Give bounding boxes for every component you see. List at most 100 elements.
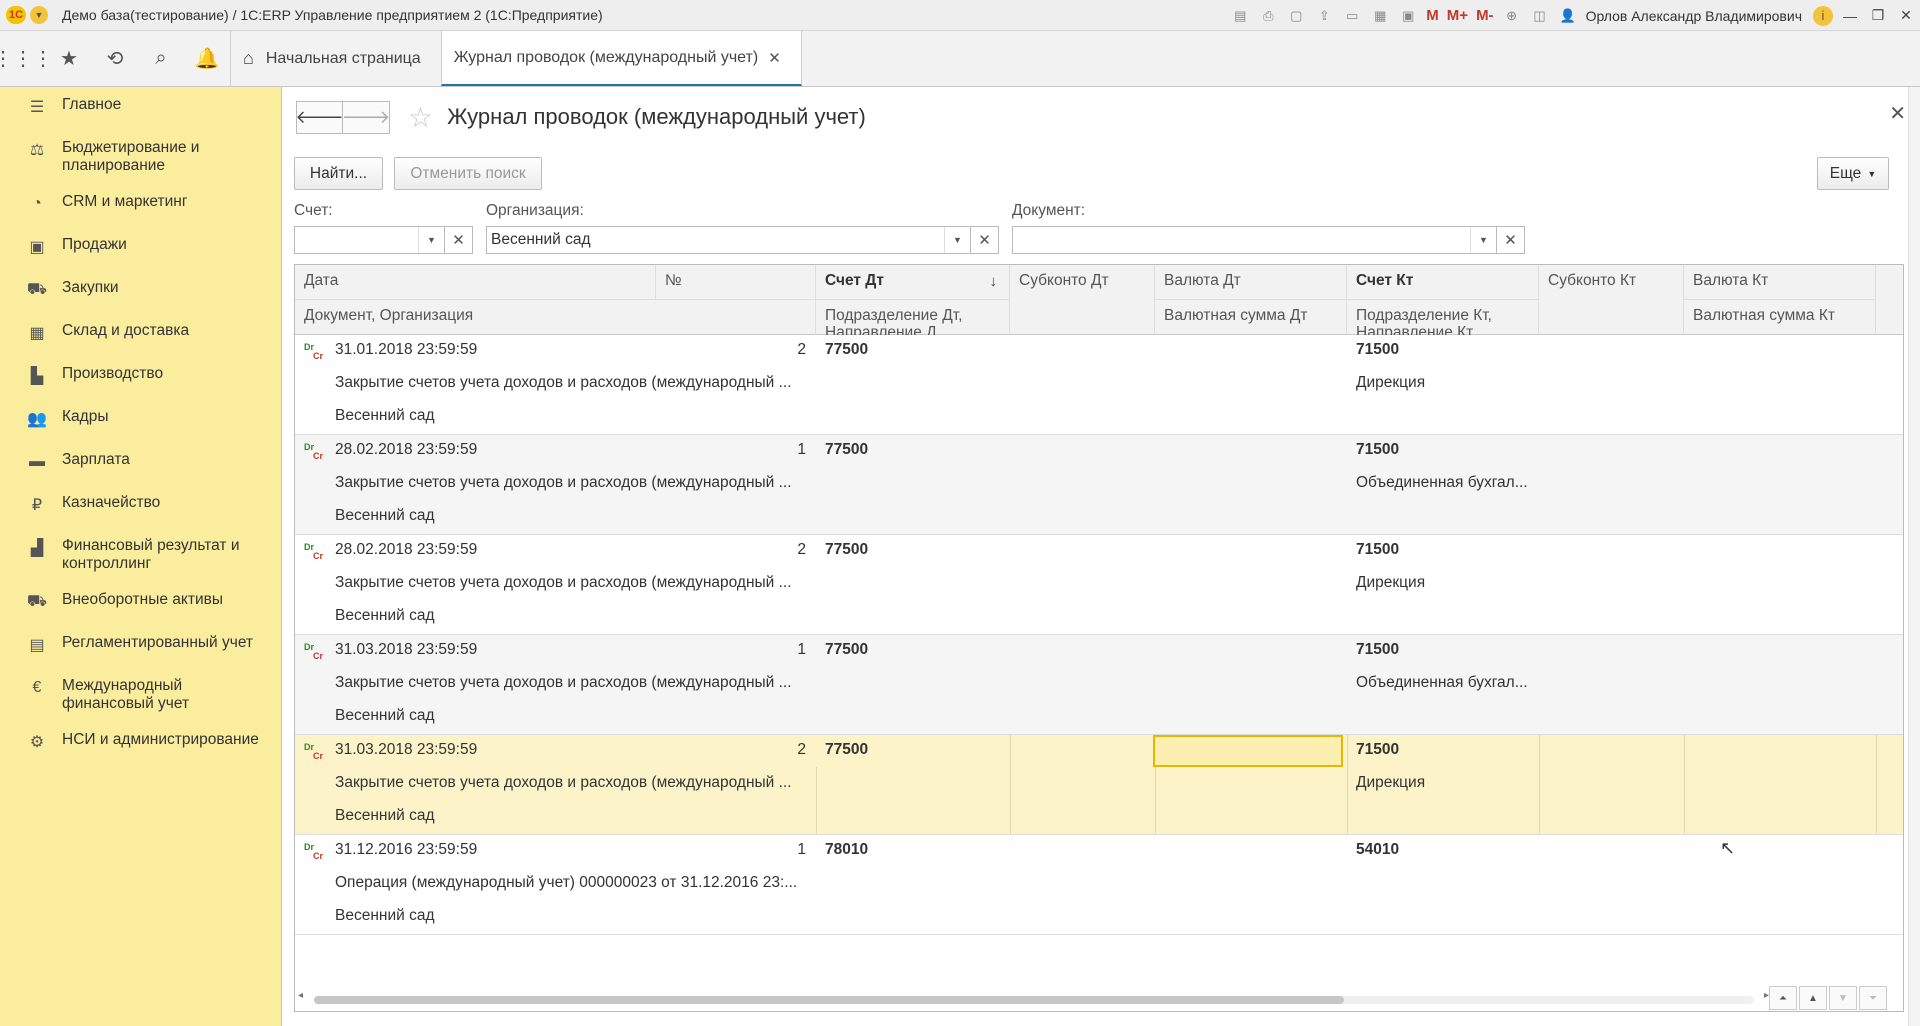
tab-home[interactable]: ⌂ Начальная страница bbox=[230, 31, 441, 86]
sidebar-item-international[interactable]: € Международный финансовый учет bbox=[0, 668, 281, 722]
selected-cell[interactable] bbox=[1153, 735, 1343, 767]
document-clear-icon[interactable]: ✕ bbox=[1496, 227, 1524, 253]
scroll-last-icon[interactable]: ⏷ bbox=[1859, 986, 1887, 1010]
memory-m-button[interactable]: M bbox=[1426, 7, 1439, 24]
panel-icon[interactable]: ◫ bbox=[1529, 6, 1551, 26]
sidebar-item-label: Внеоборотные активы bbox=[62, 591, 223, 608]
col-currency-amount-dt[interactable]: Валютная сумма Дт bbox=[1155, 300, 1347, 335]
scroll-up-icon[interactable]: ▲ bbox=[1799, 986, 1827, 1010]
sidebar-item-sales[interactable]: ▣ Продажи bbox=[0, 227, 281, 270]
scanner-icon[interactable]: ▭ bbox=[1341, 6, 1363, 26]
close-window-button[interactable]: ✕ bbox=[1892, 4, 1920, 28]
scroll-left-icon[interactable]: ◂ bbox=[298, 990, 303, 1001]
bell-icon[interactable]: 🔔 bbox=[184, 31, 230, 86]
sidebar-item-hr[interactable]: 👥 Кадры bbox=[0, 399, 281, 442]
app-logo[interactable]: 1С bbox=[6, 6, 26, 24]
title-bar: 1С ▼ Демо база(тестирование) / 1С:ERP Уп… bbox=[0, 0, 1920, 31]
account-clear-icon[interactable]: ✕ bbox=[444, 227, 472, 253]
sidebar-item-budget[interactable]: ⚖ Бюджетирование и планирование bbox=[0, 130, 281, 184]
memory-minus-button[interactable]: M- bbox=[1476, 7, 1494, 24]
sidebar: ☰ Главное ⚖ Бюджетирование и планирование … bbox=[0, 87, 282, 1026]
favorite-star-icon[interactable]: ☆ bbox=[408, 101, 433, 134]
sidebar-item-regulated[interactable]: ▤ Регламентированный учет bbox=[0, 625, 281, 668]
account-dropdown-icon[interactable]: ▼ bbox=[418, 227, 444, 253]
col-account-dt[interactable]: Счет Дт ↓ bbox=[816, 265, 1010, 300]
apps-grid-icon[interactable]: ⋮⋮⋮ bbox=[0, 31, 53, 86]
sidebar-item-main[interactable]: ☰ Главное bbox=[0, 87, 281, 130]
horizontal-scrollbar[interactable]: ◂ ▸ bbox=[294, 987, 1784, 1011]
col-currency-dt[interactable]: Валюта Дт bbox=[1155, 265, 1347, 300]
sidebar-item-production[interactable]: ▙ Производство bbox=[0, 356, 281, 399]
organization-dropdown-icon[interactable]: ▼ bbox=[944, 227, 970, 253]
main-menu-icon[interactable]: ▼ bbox=[30, 6, 48, 24]
table-row[interactable]: Dr Cr 31.03.2018 23:59:59 1 Закрытие счет… bbox=[295, 635, 1903, 735]
preview-icon[interactable]: ▢ bbox=[1285, 6, 1307, 26]
entries-table[interactable]: Дата № Документ, Организация Счет Дт ↓ По… bbox=[294, 264, 1904, 1012]
col-date[interactable]: Дата bbox=[295, 265, 656, 300]
tab-journal[interactable]: Журнал проводок (международный учет) ✕ bbox=[440, 31, 802, 86]
sidebar-item-purchases[interactable]: ⛟ Закупки bbox=[0, 270, 281, 313]
upload-icon[interactable]: ⇪ bbox=[1313, 6, 1335, 26]
table-row-selected[interactable]: Dr Cr 31.03.2018 23:59:59 2 Закрытие счет… bbox=[295, 735, 1903, 835]
organization-field[interactable]: Весенний сад ▼ ✕ bbox=[486, 226, 999, 254]
document-value[interactable] bbox=[1013, 227, 1470, 253]
organization-value[interactable]: Весенний сад bbox=[487, 227, 944, 253]
search-icon[interactable]: ⌕ bbox=[138, 31, 184, 86]
table-row[interactable]: Dr Cr 28.02.2018 23:59:59 1 Закрытие счет… bbox=[295, 435, 1903, 535]
col-doc-org[interactable]: Документ, Организация bbox=[295, 300, 816, 335]
table-row[interactable]: Dr Cr 31.01.2018 23:59:59 2 Закрытие счет… bbox=[295, 335, 1903, 435]
col-currency-kt[interactable]: Валюта Кт bbox=[1684, 265, 1876, 300]
info-icon[interactable]: i bbox=[1813, 5, 1833, 26]
zoom-icon[interactable]: ⊕ bbox=[1501, 6, 1523, 26]
organization-clear-icon[interactable]: ✕ bbox=[970, 227, 998, 253]
col-subconto-kt[interactable]: Субконто Кт bbox=[1539, 265, 1684, 335]
col-number[interactable]: № bbox=[656, 265, 816, 300]
col-division-kt[interactable]: Подразделение Кт, Направление Кт bbox=[1347, 300, 1539, 335]
account-label: Счет: bbox=[294, 202, 333, 219]
scroll-thumb[interactable] bbox=[314, 996, 1344, 1004]
forward-button[interactable]: 🡒 bbox=[342, 100, 390, 134]
account-value[interactable] bbox=[295, 227, 418, 253]
table-row[interactable]: Dr Cr 28.02.2018 23:59:59 2 Закрытие счет… bbox=[295, 535, 1903, 635]
close-tab-icon[interactable]: ✕ bbox=[768, 49, 781, 67]
back-button[interactable]: 🡐 bbox=[295, 100, 344, 134]
sidebar-item-financial-result[interactable]: ▟ Финансовый результат и контроллинг bbox=[0, 528, 281, 582]
sidebar-item-fixed-assets[interactable]: ⛟ Внеоборотные активы bbox=[0, 582, 281, 625]
find-button[interactable]: Найти... bbox=[294, 157, 383, 190]
favorites-star-icon[interactable]: ★ bbox=[46, 31, 92, 86]
calculator-icon[interactable]: ▦ bbox=[1369, 6, 1391, 26]
sidebar-item-salary[interactable]: ▬ Зарплата bbox=[0, 442, 281, 485]
restore-button[interactable]: ❐ bbox=[1864, 4, 1892, 28]
minimize-button[interactable]: — bbox=[1836, 4, 1864, 28]
calendar-icon[interactable]: ▣ bbox=[1397, 6, 1419, 26]
history-icon[interactable]: ⟲ bbox=[92, 31, 138, 86]
close-form-icon[interactable]: ✕ bbox=[1889, 101, 1906, 126]
memory-plus-button[interactable]: M+ bbox=[1447, 7, 1468, 24]
document-dropdown-icon[interactable]: ▼ bbox=[1470, 227, 1496, 253]
more-button[interactable]: Еще ▼ bbox=[1817, 157, 1889, 190]
vertical-scrollbar[interactable] bbox=[1908, 87, 1920, 1026]
cell-date: 31.12.2016 23:59:59 bbox=[335, 841, 478, 858]
title-toolbar: ▤ ⎙ ▢ ⇪ ▭ ▦ ▣ M M+ M- ⊕ ◫ 👤 Орлов Алекса… bbox=[1226, 0, 1920, 31]
sidebar-item-warehouse[interactable]: ▦ Склад и доставка bbox=[0, 313, 281, 356]
sidebar-item-crm[interactable]: ◔ CRM и маркетинг bbox=[0, 184, 281, 227]
sidebar-item-label: Продажи bbox=[62, 236, 127, 253]
scroll-down-icon[interactable]: ▼ bbox=[1829, 986, 1857, 1010]
scroll-track[interactable] bbox=[314, 996, 1754, 1004]
col-division-dt[interactable]: Подразделение Дт, Направление Д... bbox=[816, 300, 1010, 335]
col-subconto-dt[interactable]: Субконто Дт bbox=[1010, 265, 1155, 335]
cell-division-kt: Дирекция bbox=[1356, 774, 1426, 791]
document-field[interactable]: ▼ ✕ bbox=[1012, 226, 1525, 254]
column-divider bbox=[816, 767, 817, 835]
cancel-search-button[interactable]: Отменить поиск bbox=[394, 157, 542, 190]
scroll-first-icon[interactable]: ⏶ bbox=[1769, 986, 1797, 1010]
col-currency-amount-kt[interactable]: Валютная сумма Кт bbox=[1684, 300, 1876, 335]
sidebar-item-treasury[interactable]: ₽ Казначейство bbox=[0, 485, 281, 528]
col-account-kt[interactable]: Счет Кт bbox=[1347, 265, 1539, 300]
table-row[interactable]: Dr Cr 31.12.2016 23:59:59 1 Операция (меж… bbox=[295, 835, 1903, 935]
print-icon[interactable]: ⎙ bbox=[1257, 6, 1279, 26]
save-icon[interactable]: ▤ bbox=[1229, 6, 1251, 26]
account-field[interactable]: ▼ ✕ bbox=[294, 226, 473, 254]
user-name[interactable]: Орлов Александр Владимирович bbox=[1586, 8, 1802, 24]
sidebar-item-admin[interactable]: ⚙ НСИ и администрирование bbox=[0, 722, 281, 765]
